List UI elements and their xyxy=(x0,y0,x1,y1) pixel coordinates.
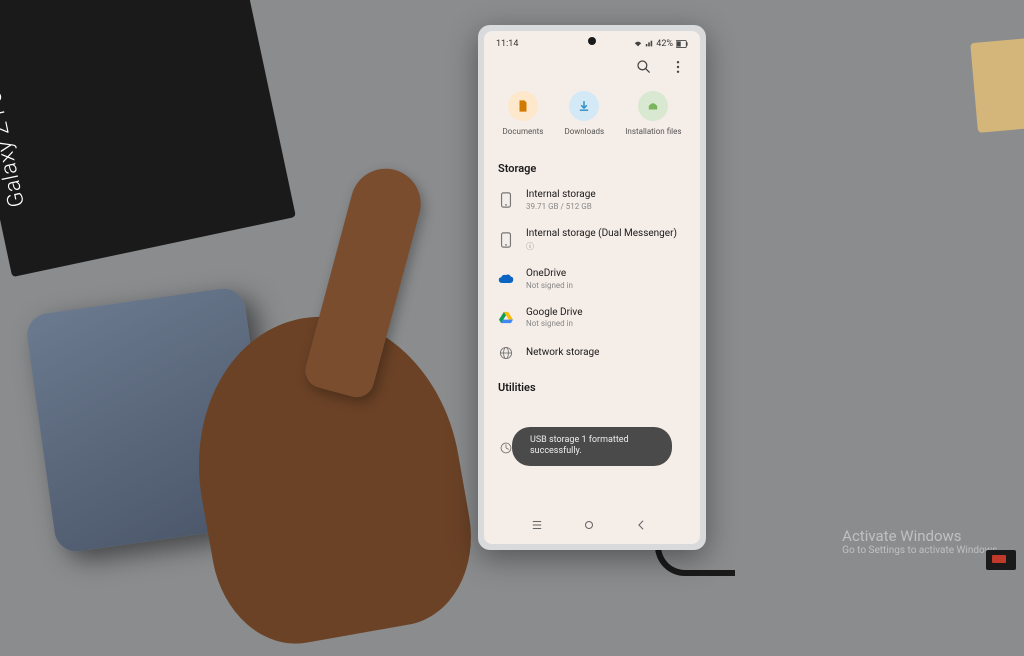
more-menu-button[interactable] xyxy=(670,59,686,75)
storage-item-internal[interactable]: Internal storage 39.71 GB / 512 GB xyxy=(498,181,686,220)
windows-activation-watermark: Activate Windows Go to Settings to activ… xyxy=(842,527,1000,556)
nav-back-button[interactable] xyxy=(634,518,654,532)
category-row: Documents Downloads Installation files xyxy=(484,81,700,154)
wood-block xyxy=(970,37,1024,133)
product-box: Galaxy Z Fold6 xyxy=(0,0,296,277)
status-time: 11:14 xyxy=(496,39,518,49)
status-indicators: 42% xyxy=(634,39,688,49)
storage-item-network[interactable]: Network storage xyxy=(498,337,686,369)
storage-item-google-drive[interactable]: Google Drive Not signed in xyxy=(498,299,686,338)
section-title-storage: Storage xyxy=(498,162,686,175)
nav-home-button[interactable] xyxy=(582,518,602,532)
camera-punch-hole xyxy=(588,37,596,45)
channel-logo xyxy=(986,550,1016,570)
phone-frame: 11:14 42% Documents xyxy=(478,25,706,550)
onedrive-icon xyxy=(498,271,514,287)
list-item-subtitle: Not signed in xyxy=(526,281,686,291)
category-downloads[interactable]: Downloads xyxy=(564,91,604,136)
more-vertical-icon xyxy=(670,59,686,75)
category-label: Documents xyxy=(503,127,544,136)
category-installation-files[interactable]: Installation files xyxy=(625,91,681,136)
section-title-utilities: Utilities xyxy=(498,381,686,394)
info-icon: ⓘ xyxy=(526,242,686,252)
home-icon xyxy=(582,518,596,532)
watermark-title: Activate Windows xyxy=(842,527,1000,545)
list-item-subtitle: 39.71 GB / 512 GB xyxy=(526,202,686,212)
battery-percentage: 42% xyxy=(656,39,673,49)
storage-section: Storage Internal storage 39.71 GB / 512 … xyxy=(484,154,700,373)
watermark-subtitle: Go to Settings to activate Windows. xyxy=(842,545,1000,556)
list-item-title: Internal storage (Dual Messenger) xyxy=(526,228,686,241)
nav-recents-button[interactable] xyxy=(530,518,550,532)
category-label: Installation files xyxy=(625,127,681,136)
phone-storage-icon xyxy=(498,192,514,208)
recents-icon xyxy=(530,518,544,532)
list-item-title: Internal storage xyxy=(526,189,686,202)
signal-icon xyxy=(645,40,653,48)
network-icon xyxy=(498,345,514,361)
storage-item-onedrive[interactable]: OneDrive Not signed in xyxy=(498,260,686,299)
list-item-title: OneDrive xyxy=(526,268,686,281)
phone-storage-icon xyxy=(498,232,514,248)
storage-item-dual-messenger[interactable]: Internal storage (Dual Messenger) ⓘ xyxy=(498,220,686,261)
battery-icon xyxy=(676,40,688,48)
search-icon xyxy=(636,59,652,75)
phone-screen: 11:14 42% Documents xyxy=(484,31,700,544)
category-label: Downloads xyxy=(564,127,604,136)
google-drive-icon xyxy=(498,310,514,326)
navigation-bar xyxy=(484,512,700,538)
wifi-icon xyxy=(634,40,642,48)
product-box-text: Galaxy Z Fold6 xyxy=(0,0,30,210)
category-documents[interactable]: Documents xyxy=(503,91,544,136)
search-button[interactable] xyxy=(636,59,652,75)
download-icon xyxy=(569,91,599,121)
back-icon xyxy=(634,518,648,532)
toast-notification: USB storage 1 formatted successfully. xyxy=(512,427,672,466)
apk-icon xyxy=(638,91,668,121)
app-bar xyxy=(484,53,700,81)
document-icon xyxy=(508,91,538,121)
list-item-title: Network storage xyxy=(526,347,686,360)
list-item-subtitle: Not signed in xyxy=(526,319,686,329)
list-item-title: Google Drive xyxy=(526,307,686,320)
